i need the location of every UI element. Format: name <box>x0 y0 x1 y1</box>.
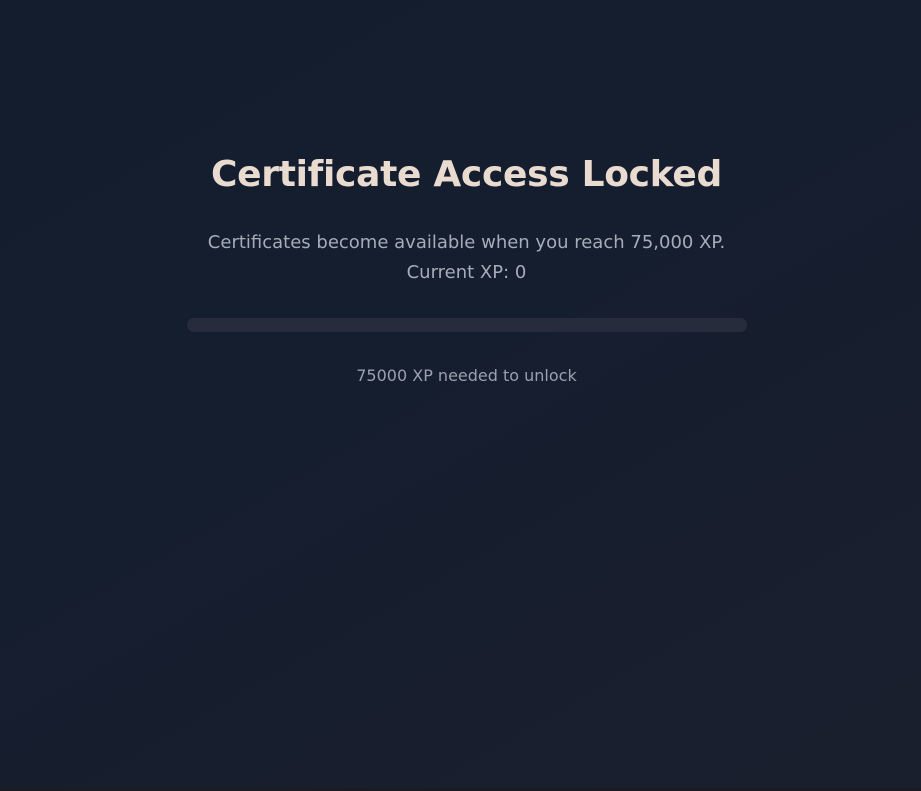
page-title: Certificate Access Locked <box>211 154 722 195</box>
certificate-locked-panel: Certificate Access Locked Certificates b… <box>0 0 921 788</box>
current-xp-text: Current XP: 0 <box>406 262 527 283</box>
unlock-requirement-text: Certificates become available when you r… <box>207 232 726 253</box>
xp-progress-bar <box>187 318 747 332</box>
xp-needed-text: 75000 XP needed to unlock <box>356 366 577 385</box>
